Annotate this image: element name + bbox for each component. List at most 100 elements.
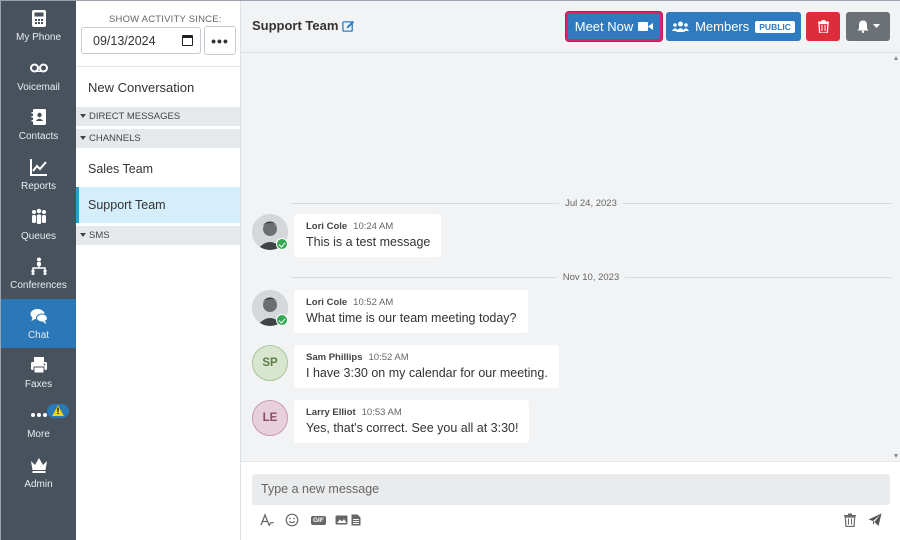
- nav-label: Contacts: [18, 131, 59, 143]
- activity-more-button[interactable]: •••: [204, 26, 236, 55]
- date-divider-label: Jul 24, 2023: [559, 197, 623, 209]
- section-label: CHANNELS: [89, 133, 141, 144]
- message-composer: Type a new message GIF: [241, 461, 900, 540]
- nav-label: Voicemail: [17, 81, 60, 93]
- channel-sales-team[interactable]: Sales Team: [76, 151, 240, 187]
- send-icon[interactable]: [868, 513, 882, 527]
- message-bubble[interactable]: Larry Elliot 10:53 AM Yes, that's correct…: [294, 400, 530, 443]
- message-time: 10:53 AM: [361, 407, 402, 418]
- activity-date-value: 09/13/2024: [93, 34, 156, 48]
- scroll-up-icon[interactable]: [894, 56, 898, 60]
- message-author: Sam Phillips: [306, 352, 363, 363]
- users-icon: [672, 21, 690, 32]
- message-scrollbar[interactable]: [892, 53, 900, 461]
- nav-label: Queues: [20, 230, 57, 242]
- section-sms[interactable]: SMS: [76, 226, 240, 245]
- nav-conferences[interactable]: Conferences: [1, 249, 76, 299]
- nav-contacts[interactable]: Contacts: [1, 100, 76, 150]
- nav-reports[interactable]: Reports: [1, 150, 76, 200]
- nav-voicemail[interactable]: Voicemail: [1, 51, 76, 101]
- notifications-button[interactable]: [846, 12, 890, 41]
- activity-label: SHOW ACTIVITY SINCE:: [109, 14, 222, 25]
- nav-label: Faxes: [24, 379, 53, 391]
- date-divider: Jul 24, 2023: [291, 196, 891, 210]
- text-format-icon[interactable]: [260, 513, 274, 527]
- voicemail-icon: [29, 63, 48, 73]
- image-icon[interactable]: [335, 513, 348, 527]
- video-camera-icon: [638, 22, 654, 31]
- nav-chat[interactable]: Chat: [1, 298, 76, 349]
- message-author: Larry Elliot: [306, 407, 356, 418]
- caret-down-icon: [80, 233, 86, 237]
- queues-icon: [31, 208, 46, 224]
- bell-icon: [857, 20, 868, 33]
- gif-icon: GIF: [311, 515, 326, 525]
- nav-faxes[interactable]: Faxes: [1, 348, 76, 398]
- conversation-panel: SHOW ACTIVITY SINCE: 09/13/2024 ••• New …: [76, 1, 241, 540]
- new-conversation-button[interactable]: New Conversation: [76, 67, 240, 107]
- nav-more[interactable]: More !: [1, 398, 76, 448]
- message-bubble[interactable]: Sam Phillips 10:52 AM I have 3:30 on my c…: [294, 345, 559, 388]
- section-direct-messages[interactable]: DIRECT MESSAGES: [76, 107, 240, 126]
- file-icon[interactable]: [351, 513, 361, 527]
- fax-icon: [30, 357, 47, 374]
- chevron-down-icon: [872, 24, 880, 28]
- conferences-icon: [30, 257, 47, 276]
- chart-icon: [29, 159, 47, 177]
- message-text: This is a test message: [306, 235, 431, 249]
- crown-icon: [30, 457, 47, 473]
- message-bubble[interactable]: Lori Cole 10:24 AM This is a test message: [294, 214, 442, 257]
- members-button[interactable]: Members PUBLIC: [666, 12, 801, 41]
- calendar-icon[interactable]: [182, 35, 193, 46]
- more-icon: [30, 413, 47, 418]
- main-nav: My Phone Voicemail Contacts Reports Queu…: [1, 1, 76, 540]
- avatar-larry-elliot[interactable]: LE: [252, 400, 288, 436]
- online-status-icon: [276, 314, 288, 326]
- gif-button[interactable]: GIF: [311, 513, 326, 527]
- message-time: 10:52 AM: [353, 297, 394, 308]
- trash-icon[interactable]: [844, 513, 856, 527]
- warning-icon: !: [52, 405, 64, 417]
- edit-icon[interactable]: [342, 20, 355, 33]
- message-text: What time is our team meeting today?: [306, 311, 517, 325]
- nav-my-phone[interactable]: My Phone: [1, 1, 76, 51]
- activity-date-input[interactable]: 09/13/2024: [81, 27, 201, 54]
- nav-label: More: [27, 429, 50, 441]
- public-badge: PUBLIC: [755, 20, 795, 33]
- nav-label: Reports: [20, 181, 56, 193]
- online-status-icon: [276, 238, 288, 250]
- message-author: Lori Cole: [306, 221, 348, 232]
- chat-header: Support Team Meet Now Members PUBLIC: [241, 1, 900, 53]
- nav-queues[interactable]: Queues: [1, 199, 76, 249]
- message-time: 10:52 AM: [368, 352, 409, 363]
- phone-icon: [31, 10, 46, 28]
- message-author: Lori Cole: [306, 297, 348, 308]
- nav-label: Admin: [24, 478, 53, 490]
- members-label: Members: [695, 19, 750, 34]
- activity-filter: SHOW ACTIVITY SINCE: 09/13/2024 •••: [76, 1, 240, 67]
- message-text: I have 3:30 on my calendar for our meeti…: [306, 366, 548, 380]
- warning-badge: !: [47, 403, 69, 418]
- date-divider-label: Nov 10, 2023: [556, 271, 626, 283]
- caret-down-icon: [80, 114, 86, 118]
- delete-channel-button[interactable]: [806, 12, 840, 41]
- section-label: DIRECT MESSAGES: [89, 111, 181, 122]
- message-bubble[interactable]: Lori Cole 10:52 AM What time is our team …: [294, 290, 528, 333]
- nav-admin[interactable]: Admin: [1, 447, 76, 497]
- scroll-down-icon[interactable]: [894, 454, 898, 458]
- message-list[interactable]: Jul 24, 2023 Lori Cole 10:24 AM This is a…: [241, 53, 900, 461]
- trash-icon: [817, 20, 829, 33]
- message-text: Yes, that's correct. See you all at 3:30…: [306, 421, 519, 435]
- emoji-icon[interactable]: [285, 513, 299, 527]
- nav-label: Conferences: [10, 280, 67, 292]
- caret-down-icon: [80, 136, 86, 140]
- section-label: SMS: [89, 230, 110, 241]
- avatar-sam-phillips[interactable]: SP: [252, 345, 288, 381]
- section-channels[interactable]: CHANNELS: [76, 129, 240, 148]
- nav-label: Chat: [27, 329, 50, 341]
- channel-title: Support Team: [252, 18, 339, 33]
- date-divider: Nov 10, 2023: [291, 270, 891, 284]
- channel-support-team[interactable]: Support Team: [76, 187, 240, 223]
- message-input[interactable]: Type a new message: [252, 474, 890, 505]
- meet-now-button[interactable]: Meet Now: [566, 12, 662, 41]
